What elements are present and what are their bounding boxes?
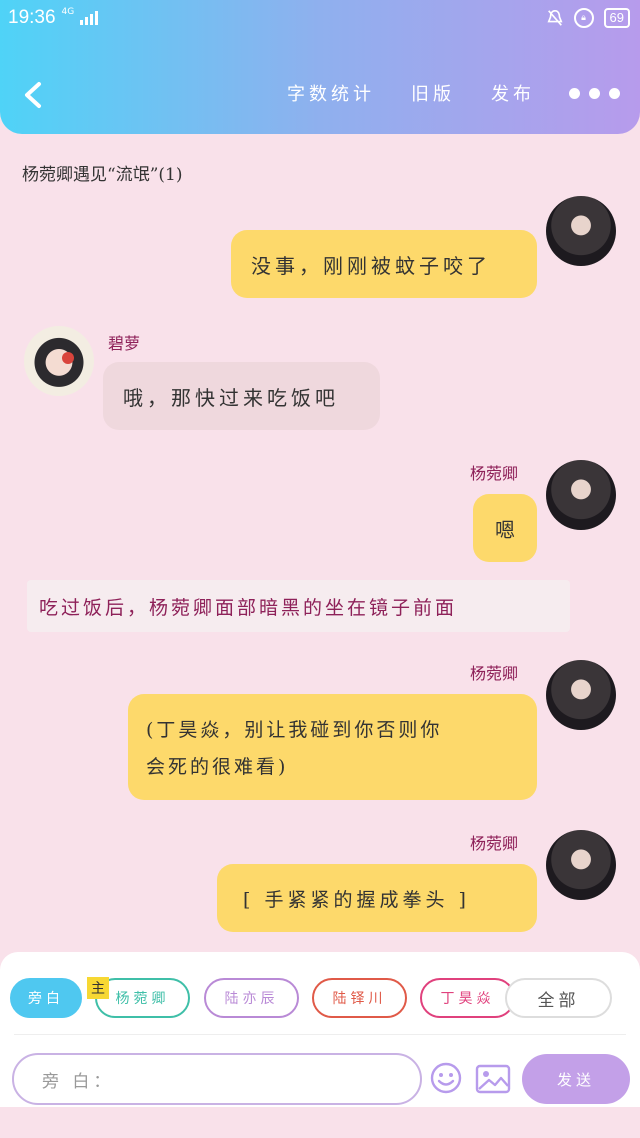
avatar-yang-wanqing[interactable] [546, 196, 616, 266]
narration-text: 吃过饭后，杨菀卿面部暗黑的坐在镜子前面 [39, 596, 458, 619]
speaker-name: 杨菀卿 [470, 834, 519, 853]
role-chip-lu-yichen[interactable]: 陆亦辰 [204, 978, 299, 1018]
send-button[interactable]: 发送 [522, 1054, 630, 1104]
chat-bubble-left[interactable]: 哦，那快过来吃饭吧 [103, 362, 380, 430]
role-chip-narration[interactable]: 旁白 [10, 978, 82, 1018]
signal-icon [80, 11, 99, 25]
chat-bubble-right[interactable]: 没事，刚刚被蚊子咬了 [231, 230, 537, 298]
back-chevron-icon[interactable] [22, 80, 44, 110]
avatar-bi-luo[interactable] [24, 326, 94, 396]
panel-divider [14, 1034, 626, 1035]
message-text: 嗯 [495, 517, 515, 542]
role-chip-ding-haoyan[interactable]: 丁昊焱 [420, 978, 515, 1018]
role-chip-all[interactable]: 全部 [505, 978, 612, 1018]
message-input[interactable]: 旁 白： [12, 1053, 422, 1105]
network-type: 4G [61, 7, 75, 17]
speaker-name: 碧萝 [108, 334, 141, 353]
chat-bubble-right[interactable]: (丁昊焱，别让我碰到你否则你 会死的很难看) [128, 694, 537, 800]
speaker-name: 杨菀卿 [470, 464, 519, 483]
story-title: 杨菀卿遇见“流氓”(1) [22, 165, 183, 185]
header-menu: 字数统计 旧版 发布 [251, 80, 620, 106]
chat-bubble-right[interactable]: 嗯 [473, 494, 537, 562]
main-role-badge: 主 [87, 977, 109, 999]
narration-block[interactable]: 吃过饭后，杨菀卿面部暗黑的坐在镜子前面 [27, 580, 570, 632]
more-dots-icon[interactable] [569, 87, 620, 99]
chat-bubble-right[interactable]: [ 手紧紧的握成拳头 ] [217, 864, 537, 932]
message-text-line: (丁昊焱，别让我碰到你否则你 [146, 719, 443, 741]
role-chip-yang-wanqing[interactable]: 杨菀卿 [95, 978, 190, 1018]
status-time: 19:36 [8, 7, 56, 28]
battery-indicator: 69 [603, 8, 630, 28]
rotation-lock-icon: 🔒︎ [573, 8, 594, 28]
message-text-line: 会死的很难看) [146, 756, 289, 778]
role-chip-lu-duochuan[interactable]: 陆铎川 [312, 978, 407, 1018]
speaker-name: 杨菀卿 [470, 664, 519, 683]
emoji-icon[interactable] [430, 1062, 462, 1094]
avatar-yang-wanqing[interactable] [546, 460, 616, 530]
message-text: 没事，刚刚被蚊子咬了 [251, 253, 491, 278]
image-icon[interactable] [475, 1064, 511, 1094]
status-bar: 19:36 4G 🔒︎ 69 [8, 6, 630, 30]
old-version-button[interactable]: 旧版 [411, 80, 455, 106]
message-text: 哦，那快过来吃饭吧 [123, 385, 339, 410]
avatar-yang-wanqing[interactable] [546, 830, 616, 900]
top-header: 19:36 4G 🔒︎ 69 字数统计 旧版 发布 [0, 0, 640, 134]
message-text: [ 手紧紧的握成拳头 ] [243, 888, 470, 911]
publish-button[interactable]: 发布 [491, 80, 535, 106]
avatar-yang-wanqing[interactable] [546, 660, 616, 730]
word-count-button[interactable]: 字数统计 [287, 80, 375, 106]
bell-muted-icon [547, 9, 563, 26]
